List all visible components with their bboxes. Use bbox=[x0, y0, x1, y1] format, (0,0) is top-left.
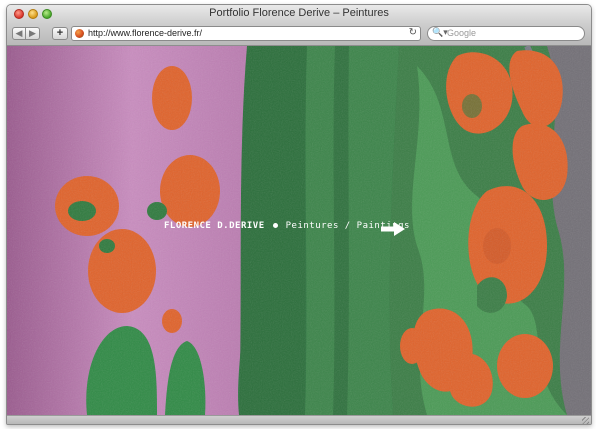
back-button[interactable]: ◀ bbox=[12, 27, 26, 40]
artist-name[interactable]: FLORENCE D.DERIVE bbox=[164, 221, 265, 231]
page-content: FLORENCE D.DERIVE Peintures / Paintings bbox=[7, 46, 591, 415]
resize-grip-icon[interactable] bbox=[582, 417, 589, 424]
reload-icon[interactable]: ↻ bbox=[409, 27, 417, 38]
forward-arrow-icon: ▶ bbox=[29, 28, 36, 38]
browser-toolbar: ◀ ▶ + http://www.florence-derive.fr/ ↻ 🔍… bbox=[7, 23, 591, 46]
title-bar: Portfolio Florence Derive – Peintures bbox=[7, 5, 591, 23]
status-bar bbox=[7, 415, 591, 424]
site-navigation-heading: FLORENCE D.DERIVE Peintures / Paintings bbox=[164, 221, 410, 231]
right-arrow-icon[interactable] bbox=[380, 221, 406, 237]
plus-icon: + bbox=[56, 27, 64, 39]
search-icon[interactable]: 🔍▾ bbox=[432, 27, 448, 38]
search-field[interactable]: 🔍▾ Google bbox=[427, 26, 585, 41]
add-bookmark-button[interactable]: + bbox=[52, 27, 68, 40]
window-title: Portfolio Florence Derive – Peintures bbox=[209, 7, 389, 19]
site-favicon-icon bbox=[75, 29, 84, 38]
address-bar[interactable]: http://www.florence-derive.fr/ ↻ bbox=[71, 26, 421, 41]
bullet-separator bbox=[272, 222, 278, 228]
address-text[interactable]: http://www.florence-derive.fr/ bbox=[88, 28, 202, 38]
forward-button[interactable]: ▶ bbox=[26, 27, 40, 40]
search-placeholder: Google bbox=[447, 28, 477, 38]
back-arrow-icon: ◀ bbox=[15, 28, 23, 38]
browser-window: Portfolio Florence Derive – Peintures ◀ … bbox=[6, 4, 592, 425]
